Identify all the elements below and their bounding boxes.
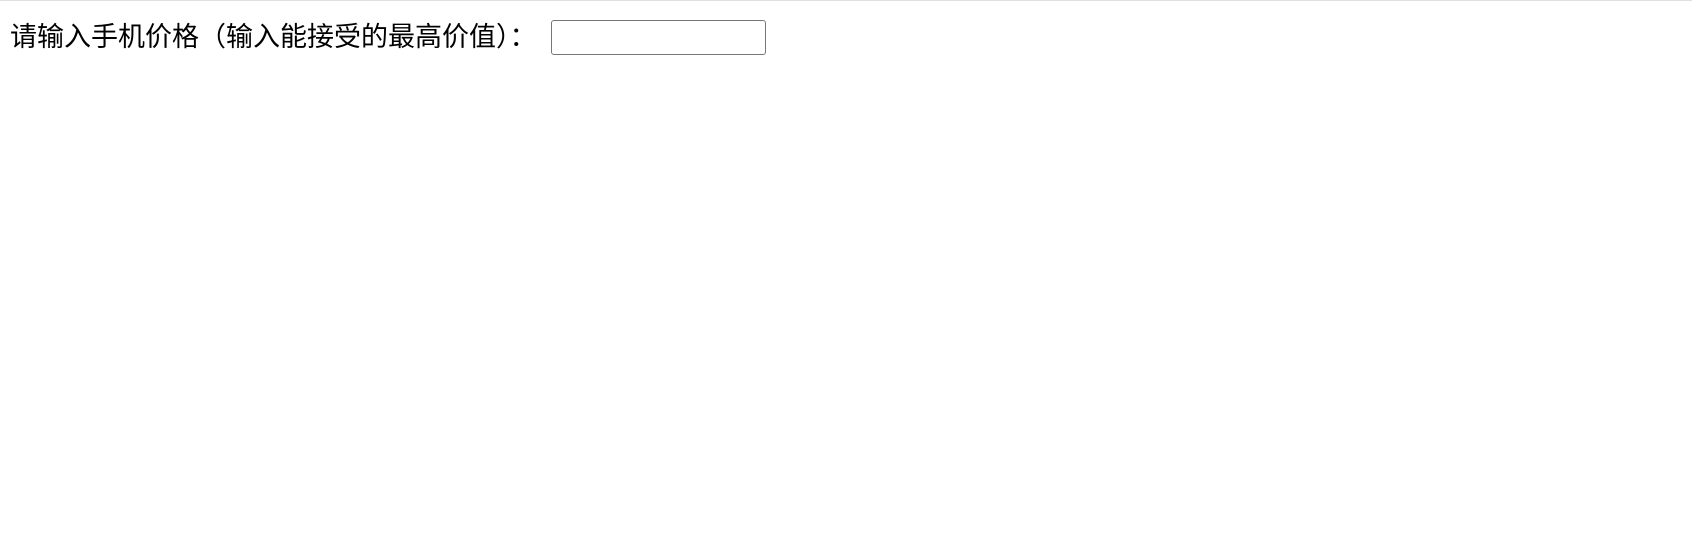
price-label: 请输入手机价格（输入能接受的最高价值）： <box>10 19 537 57</box>
price-form-row: 请输入手机价格（输入能接受的最高价值）： <box>0 1 1692 57</box>
price-input[interactable] <box>551 20 766 55</box>
